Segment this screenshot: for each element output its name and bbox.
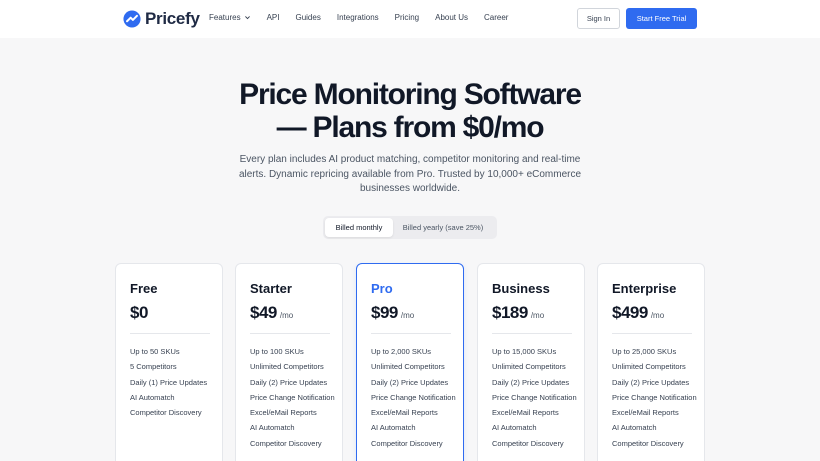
plan-feature: Price Change Notification <box>612 392 697 402</box>
nav-features[interactable]: Features <box>209 13 251 22</box>
nav-links: Features API Guides Integrations Pricing… <box>209 13 524 22</box>
plan-price: $99 /mo <box>371 303 414 323</box>
plan-feature: Competitor Discovery <box>612 438 684 448</box>
plan-name: Free <box>130 281 158 296</box>
plan-feature: Unlimited Competitors <box>250 362 324 372</box>
plan-feature: Daily (2) Price Updates <box>250 377 328 387</box>
plan-feature: Daily (2) Price Updates <box>612 377 690 387</box>
plan-name: Starter <box>250 281 292 296</box>
plan-feature: Unlimited Competitors <box>492 362 566 372</box>
plan-feature: AI Automatch <box>250 423 295 433</box>
top-navigation: Pricefy Features API Guides Integrations… <box>0 0 820 38</box>
plan-features: Up to 100 SKUs Unlimited Competitors Dai… <box>250 347 336 454</box>
plan-feature: Up to 15,000 SKUs <box>492 347 557 356</box>
plan-price-value: $99 <box>371 303 398 322</box>
plan-card-free: Free $0 Up to 50 SKUs 5 Competitors Dail… <box>115 263 223 461</box>
plan-name: Enterprise <box>612 281 677 296</box>
plan-feature: Up to 2,000 SKUs <box>371 347 432 356</box>
plan-feature: AI Automatch <box>130 392 175 402</box>
plan-card-business: Business $189 /mo Up to 15,000 SKUs Unli… <box>477 263 585 461</box>
plan-feature: AI Automatch <box>492 423 537 433</box>
divider <box>612 333 692 334</box>
plan-price-value: $49 <box>250 303 277 322</box>
plan-feature: Price Change Notification <box>250 392 335 402</box>
page-title: Price Monitoring Software — Plans from $… <box>200 78 620 144</box>
plan-price: $499 /mo <box>612 303 664 323</box>
nav-about-us[interactable]: About Us <box>435 13 468 22</box>
plan-price-value: $499 <box>612 303 648 322</box>
plan-feature: Competitor Discovery <box>492 438 564 448</box>
billed-monthly-option[interactable]: Billed monthly <box>325 218 393 237</box>
plan-price-period: /mo <box>650 311 665 320</box>
nav-features-label: Features <box>209 13 241 22</box>
chevron-down-icon <box>244 16 250 20</box>
plan-feature: Daily (2) Price Updates <box>492 377 570 387</box>
page-subtitle: Every plan includes AI product matching,… <box>238 154 582 194</box>
plan-card-pro: Pro $99 /mo Up to 2,000 SKUs Unlimited C… <box>356 263 464 461</box>
plan-name: Pro <box>371 281 393 296</box>
plan-price-period: /mo <box>279 311 294 320</box>
plan-features: Up to 15,000 SKUs Unlimited Competitors … <box>492 347 578 454</box>
plan-feature: Excel/eMail Reports <box>371 408 438 418</box>
plan-feature: Competitor Discovery <box>371 438 443 448</box>
nav-guides[interactable]: Guides <box>295 13 320 22</box>
divider <box>130 333 210 334</box>
billed-yearly-option[interactable]: Billed yearly (save 25%) <box>393 218 493 237</box>
plan-features: Up to 2,000 SKUs Unlimited Competitors D… <box>371 347 457 454</box>
divider <box>492 333 572 334</box>
plan-feature: AI Automatch <box>612 423 657 433</box>
plan-price-period: /mo <box>400 311 415 320</box>
nav-career[interactable]: Career <box>484 13 508 22</box>
plan-feature: Excel/eMail Reports <box>250 408 317 418</box>
plan-feature: Excel/eMail Reports <box>492 408 559 418</box>
plan-features: Up to 25,000 SKUs Unlimited Competitors … <box>612 347 698 454</box>
brand-name: Pricefy <box>145 9 200 28</box>
pricefy-logo[interactable]: Pricefy <box>123 9 200 29</box>
plan-feature: Unlimited Competitors <box>612 362 686 372</box>
plan-features: Up to 50 SKUs 5 Competitors Daily (1) Pr… <box>130 347 216 423</box>
plan-feature: Excel/eMail Reports <box>612 408 679 418</box>
nav-pricing[interactable]: Pricing <box>395 13 419 22</box>
plan-feature: Daily (2) Price Updates <box>371 377 449 387</box>
plan-feature: 5 Competitors <box>130 362 177 372</box>
plan-feature: Price Change Notification <box>371 392 456 402</box>
plan-price-value: $0 <box>130 303 148 322</box>
start-free-trial-button[interactable]: Start Free Trial <box>626 8 697 29</box>
plan-card-enterprise: Enterprise $499 /mo Up to 25,000 SKUs Un… <box>597 263 705 461</box>
nav-api[interactable]: API <box>267 13 280 22</box>
plan-price: $189 /mo <box>492 303 544 323</box>
plan-price: $0 <box>130 303 148 323</box>
plan-feature: Up to 100 SKUs <box>250 347 304 356</box>
plan-feature: Unlimited Competitors <box>371 362 445 372</box>
plan-card-starter: Starter $49 /mo Up to 100 SKUs Unlimited… <box>235 263 343 461</box>
plan-feature: Competitor Discovery <box>130 408 202 418</box>
plan-feature: Price Change Notification <box>492 392 577 402</box>
plan-name: Business <box>492 281 550 296</box>
plan-feature: Up to 25,000 SKUs <box>612 347 677 356</box>
page-title-line2: — Plans from $0/mo <box>276 111 545 144</box>
divider <box>250 333 330 334</box>
page-title-line1: Price Monitoring Software <box>239 78 582 111</box>
nav-integrations[interactable]: Integrations <box>337 13 379 22</box>
plan-feature: Competitor Discovery <box>250 438 322 448</box>
plan-price-value: $189 <box>492 303 528 322</box>
divider <box>371 333 451 334</box>
sign-in-button[interactable]: Sign In <box>577 8 620 29</box>
plan-feature: AI Automatch <box>371 423 416 433</box>
plan-price-period: /mo <box>530 311 545 320</box>
plan-feature: Daily (1) Price Updates <box>130 377 208 387</box>
plan-feature: Up to 50 SKUs <box>130 347 180 356</box>
pricefy-logo-icon <box>123 10 141 28</box>
plan-price: $49 /mo <box>250 303 293 323</box>
billing-toggle: Billed monthly Billed yearly (save 25%) <box>323 216 497 239</box>
